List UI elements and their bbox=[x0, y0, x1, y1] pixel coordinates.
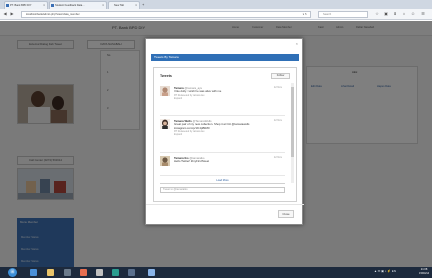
ie-app-icon[interactable] bbox=[30, 269, 37, 276]
tweet-item: Tamara Wells @TamaraWells 12 Nov Great p… bbox=[160, 119, 285, 153]
modal-footer-divider bbox=[146, 204, 304, 205]
system-tray[interactable]: ▲ ✉ ▣ ♪ ⚡ EN bbox=[374, 269, 396, 273]
account-icon[interactable]: ☺ bbox=[410, 11, 416, 17]
tab-close-icon[interactable]: × bbox=[43, 2, 45, 9]
avatar[interactable] bbox=[160, 86, 170, 96]
clock-date: 15/04/14 bbox=[419, 272, 430, 275]
browser-tab-bank[interactable]: PT. Bank BPD DIY × bbox=[4, 1, 48, 9]
forward-icon[interactable]: ▶ bbox=[9, 11, 15, 17]
widget-scrollbar[interactable] bbox=[291, 83, 294, 183]
app-icon[interactable] bbox=[112, 269, 119, 276]
tweets-modal: × Tweets By Tamara Tweets Follow Tamara … bbox=[145, 38, 304, 225]
start-button[interactable]: ⊞ bbox=[8, 268, 17, 277]
favicon-icon bbox=[6, 4, 9, 7]
url-input[interactable]: localhost/bank/admin.php?view=data_membe… bbox=[21, 11, 311, 18]
tab-close-icon[interactable]: × bbox=[102, 2, 104, 9]
widget-title: Tweets bbox=[160, 74, 172, 78]
browser-tab-feedback[interactable]: Student Feedback Data... × bbox=[49, 1, 107, 9]
search-placeholder: Search bbox=[323, 13, 332, 16]
tweet-date[interactable]: 12 Nov bbox=[274, 86, 282, 89]
tweet-expand-link[interactable]: Expand bbox=[174, 97, 282, 100]
tweet-date[interactable]: 12 Nov bbox=[274, 156, 282, 159]
browser-tab-newtab[interactable]: New Tab × bbox=[108, 1, 140, 9]
tweet-text: Great pair of my new collection. Shop it… bbox=[174, 122, 250, 130]
browser-tab-bar: PT. Bank BPD DIY × Student Feedback Data… bbox=[0, 0, 432, 9]
browser-toolbar: ◀ ▶ localhost/bank/admin.php?view=data_m… bbox=[0, 9, 432, 20]
clock[interactable]: 21:08 15/04/14 bbox=[419, 268, 429, 276]
avatar[interactable] bbox=[160, 156, 170, 166]
avatar[interactable] bbox=[160, 119, 170, 129]
close-button[interactable]: Close bbox=[278, 210, 294, 218]
media-app-icon[interactable] bbox=[64, 269, 71, 276]
menu-icon[interactable]: ☰ bbox=[420, 11, 426, 17]
download-icon[interactable]: ⬇ bbox=[392, 11, 398, 17]
tweet-text: Hello Twitter! #myFirstTweet bbox=[174, 159, 210, 163]
scrollbar-thumb[interactable] bbox=[291, 87, 294, 157]
tweet-to-input[interactable]: Tweet to @tamaraiko bbox=[160, 187, 285, 193]
home-icon[interactable]: ⌂ bbox=[401, 11, 407, 17]
tab-label: PT. Bank BPD DIY bbox=[10, 4, 32, 7]
app-icon[interactable] bbox=[128, 269, 135, 276]
load-more-link[interactable]: Load More bbox=[160, 179, 285, 184]
folder-app-icon[interactable] bbox=[47, 269, 54, 276]
tab-label: Student Feedback Data... bbox=[55, 4, 85, 7]
tweet-item: Tamara @tamara_ayu 12 Nov I like dolly. … bbox=[160, 86, 285, 116]
modal-header: Tweets By Tamara bbox=[151, 54, 299, 61]
back-icon[interactable]: ◀ bbox=[2, 11, 8, 17]
modal-close-icon[interactable]: × bbox=[296, 41, 298, 46]
tweet-expand-link[interactable]: Expand bbox=[174, 133, 282, 136]
dropdown-icon[interactable]: ▾ ↻ bbox=[303, 12, 307, 17]
firefox-app-icon[interactable] bbox=[80, 269, 87, 276]
app-icon[interactable] bbox=[96, 269, 103, 276]
url-text: localhost/bank/admin.php?view=data_membe… bbox=[26, 13, 80, 16]
favicon-icon bbox=[51, 4, 54, 7]
app-icon[interactable] bbox=[148, 269, 155, 276]
tweet-item: Tamara Iko @tamaraiko 12 Nov Hello Twitt… bbox=[160, 156, 285, 176]
follow-button[interactable]: Follow bbox=[271, 73, 290, 79]
taskbar: ⊞ ▲ ✉ ▣ ♪ ⚡ EN 21:08 15/04/14 bbox=[0, 267, 432, 278]
tab-label: New Tab bbox=[114, 4, 125, 7]
search-input[interactable]: Search bbox=[318, 11, 368, 18]
twitter-widget: Tweets Follow Tamara @tamara_ayu 12 Nov … bbox=[153, 67, 297, 202]
reader-icon[interactable]: ▣ bbox=[383, 11, 389, 17]
bookmark-star-icon[interactable]: ☆ bbox=[374, 11, 380, 17]
new-tab-button[interactable]: + bbox=[142, 2, 144, 8]
tweet-date[interactable]: 12 Nov bbox=[274, 119, 282, 122]
tab-close-icon[interactable]: × bbox=[135, 2, 137, 9]
